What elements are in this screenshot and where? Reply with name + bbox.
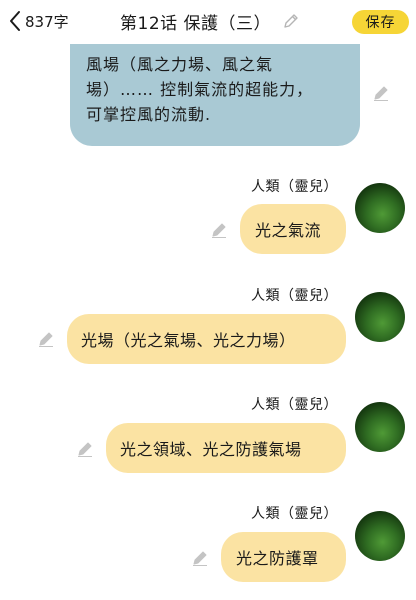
sender-name: 人類（靈兒） [251,506,338,522]
message-text: 光之氣流 [255,221,322,240]
sender-name: 人類（靈兒） [251,179,338,195]
avatar[interactable] [355,511,405,561]
message-text: 光之防護罩 [236,549,319,568]
message-line: 場）…… 控制氣流的超能力， [86,80,314,99]
chevron-left-icon [8,10,22,32]
pencil-icon[interactable] [210,221,228,239]
message-bubble-left[interactable]: 風場（風之力場、風之氣 場）…… 控制氣流的超能力， 可掌控風的流動. [70,40,360,146]
top-bar: 837字 第12话 保護（三） 保存 [0,0,416,44]
save-button[interactable]: 保存 [352,10,409,34]
message-line: 可掌控風的流動. [86,105,212,124]
message-text: 光場（光之氣場、光之力場） [81,331,296,350]
pencil-icon[interactable] [372,84,390,102]
back-button[interactable]: 837字 [8,8,69,34]
sender-name: 人類（靈兒） [251,288,338,304]
page-title: 第12话 保護（三） [120,13,272,34]
pencil-icon[interactable] [76,440,94,458]
avatar[interactable] [355,402,405,452]
sender-name: 人類（靈兒） [251,397,338,413]
pencil-icon[interactable] [191,549,209,567]
word-count: 837字 [25,12,69,31]
message-text: 光之領域、光之防護氣場 [120,440,302,459]
pencil-icon[interactable] [283,13,299,29]
message-bubble-right[interactable]: 光場（光之氣場、光之力場） [67,314,346,364]
pencil-icon[interactable] [37,330,55,348]
avatar[interactable] [355,292,405,342]
message-bubble-right[interactable]: 光之防護罩 [221,532,346,582]
message-bubble-right[interactable]: 光之氣流 [240,204,346,254]
message-line: 風場（風之力場、風之氣 [86,55,274,74]
avatar[interactable] [355,183,405,233]
message-bubble-right[interactable]: 光之領域、光之防護氣場 [106,423,346,473]
